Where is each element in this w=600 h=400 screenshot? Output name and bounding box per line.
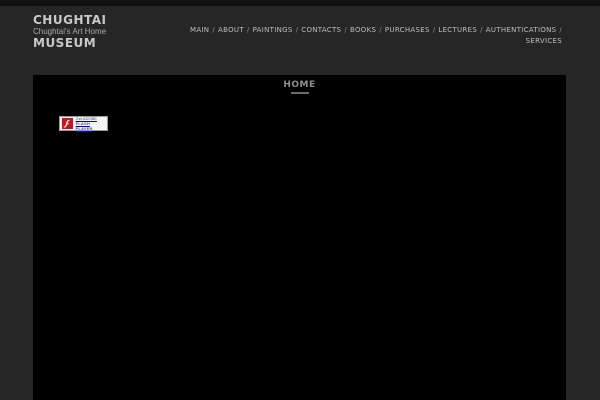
site-name-line2: MUSEUM — [33, 36, 97, 50]
nav-item-lectures[interactable]: LECTURES — [438, 26, 477, 34]
page-title-underline — [291, 92, 309, 94]
nav-separator: / — [379, 26, 382, 34]
page-title: HOME — [283, 80, 316, 90]
site-logo[interactable]: CHUGHTAI Chughtai's Art Home MUSEUM — [33, 14, 153, 50]
nav-separator: / — [432, 26, 436, 34]
nav-item-purchases[interactable]: PURCHASES — [385, 26, 430, 34]
nav-separator: / — [295, 26, 299, 34]
nav-separator: / — [559, 26, 563, 34]
main-navigation: MAIN / ABOUT / PAINTINGS / CONTACTS / BOOKS / PURC… — [190, 25, 562, 47]
flash-badge-text: Get ADOBE FLASH PLAYER — [76, 116, 107, 131]
nav-item-services[interactable]: SERVICES — [526, 37, 562, 45]
nav-separator: / — [480, 26, 483, 34]
main-content-area: HOME Get ADOBE FLASH PLAYER — [33, 75, 566, 400]
site-name-line1: CHUGHTAI — [33, 13, 107, 27]
flash-icon — [62, 118, 73, 129]
nav-item-contacts[interactable]: CONTACTS — [301, 26, 341, 34]
nav-item-books[interactable]: BOOKS — [350, 26, 376, 34]
nav-separator: / — [212, 26, 216, 34]
nav-item-authentications[interactable]: AUTHENTICATIONS — [486, 26, 557, 34]
nav-item-main[interactable]: MAIN — [190, 26, 209, 34]
nav-separator: / — [246, 26, 250, 34]
nav-item-paintings[interactable]: PAINTINGS — [253, 26, 293, 34]
top-bar — [0, 0, 600, 6]
nav-item-about[interactable]: ABOUT — [218, 26, 244, 34]
flash-badge-line2: FLASH PLAYER — [75, 121, 93, 131]
get-flash-player-badge[interactable]: Get ADOBE FLASH PLAYER — [59, 116, 108, 131]
nav-separator: / — [344, 26, 347, 34]
